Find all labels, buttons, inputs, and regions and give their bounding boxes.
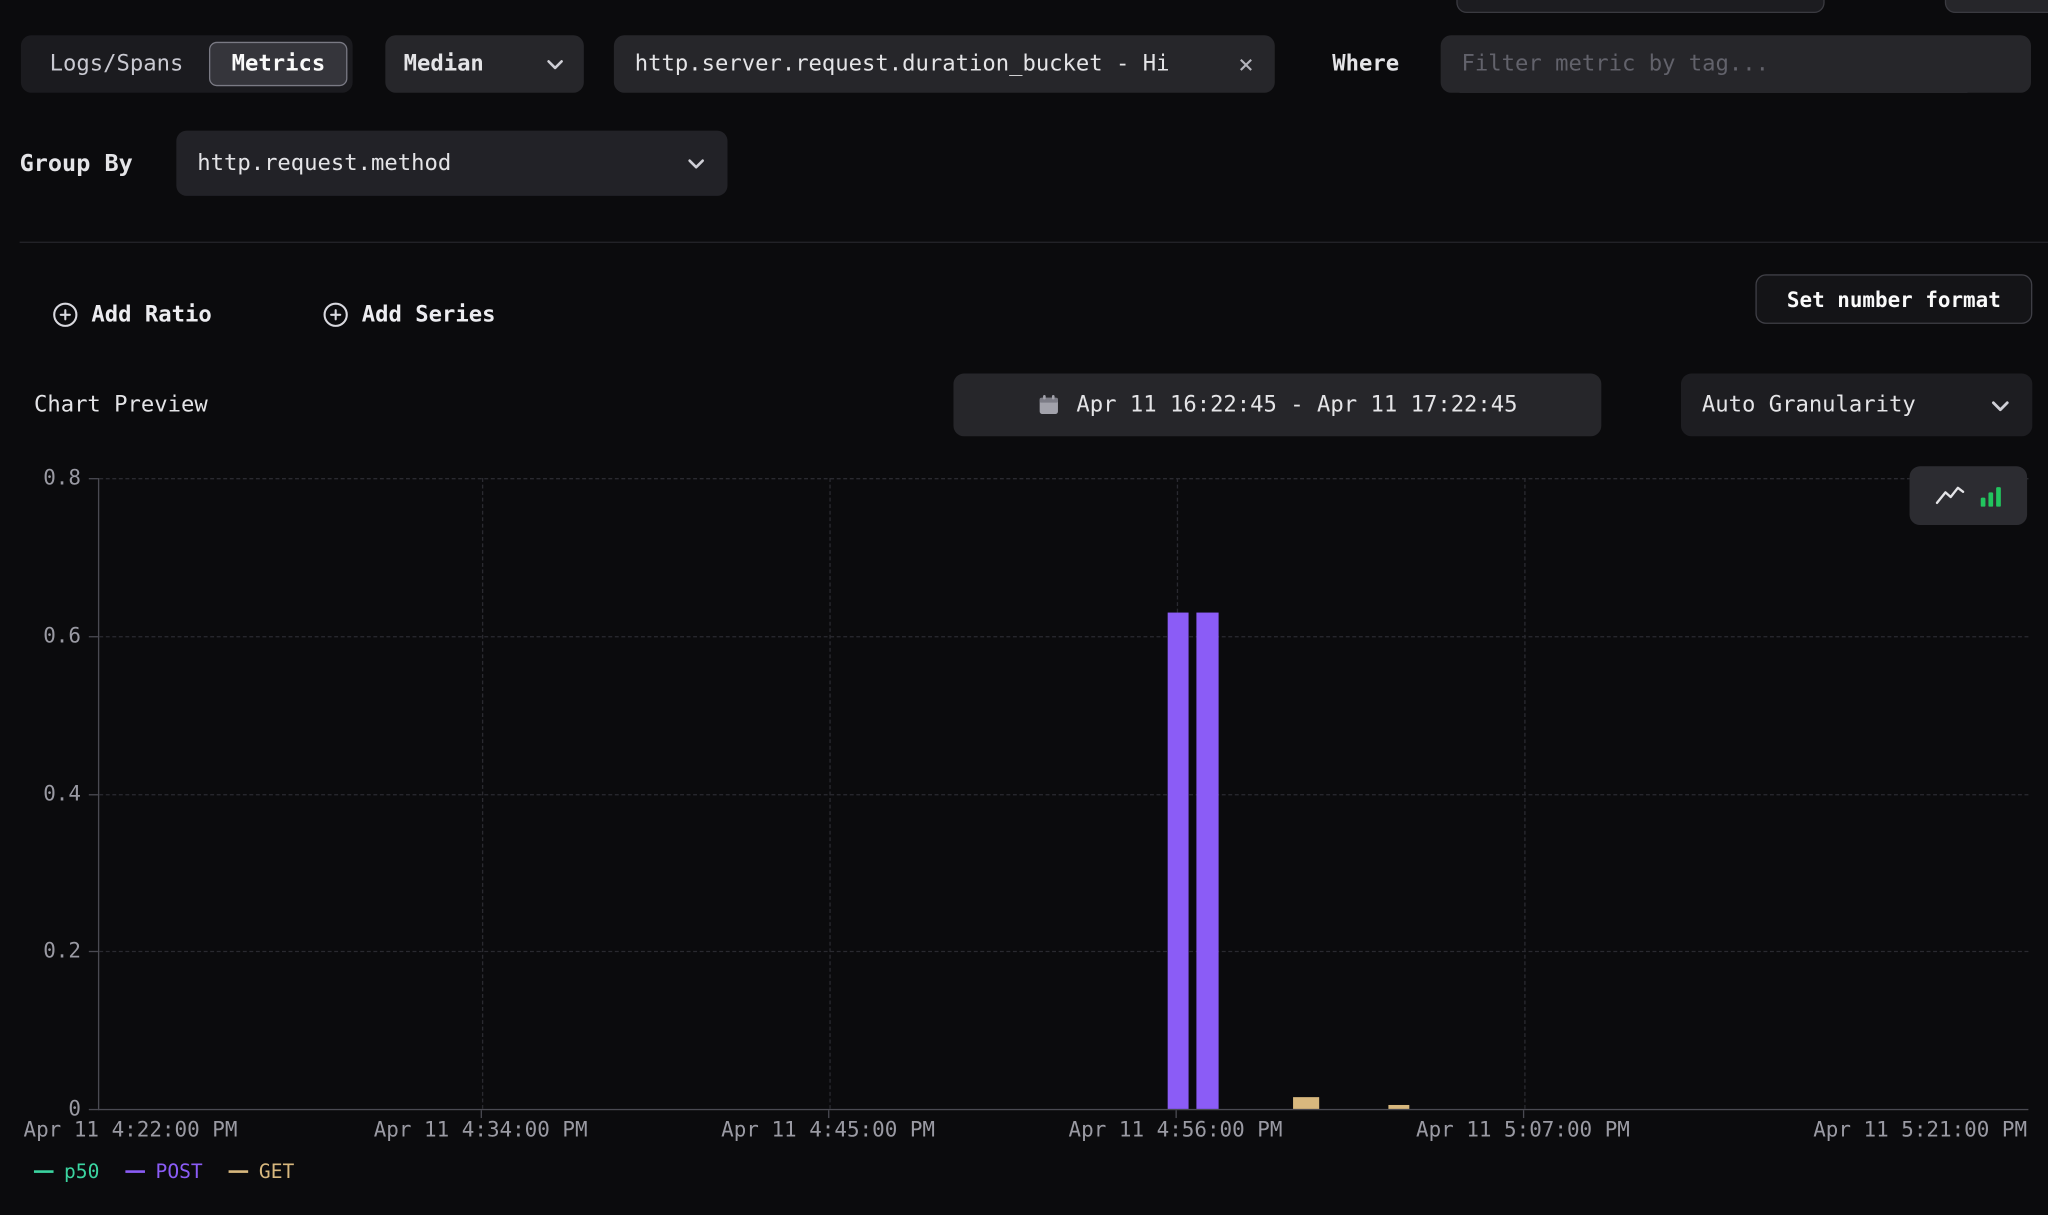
bar-POST [1196, 612, 1218, 1109]
metric-selector-pill[interactable]: http.server.request.duration_bucket - Hi… [614, 35, 1275, 92]
group-by-value: http.request.method [197, 150, 451, 176]
granularity-select[interactable]: Auto Granularity [1681, 374, 2032, 437]
circle-plus-icon [52, 302, 78, 328]
gridline-horizontal [99, 636, 2028, 637]
line-chart-icon [1935, 485, 1964, 507]
partial-topbar-input[interactable] [1456, 0, 1824, 13]
section-divider [20, 242, 2048, 243]
filter-tag-input[interactable] [1441, 35, 2031, 92]
time-range-value: Apr 11 16:22:45 - Apr 11 17:22:45 [1076, 392, 1517, 418]
line-chart-toggle-button[interactable] [1935, 485, 1964, 507]
query-builder-panel: Logs/Spans Metrics Median http.server.re… [0, 0, 2048, 1215]
chevron-down-icon [545, 54, 566, 75]
legend-item-GET[interactable]: GET [229, 1160, 294, 1184]
close-icon[interactable]: × [1238, 51, 1254, 77]
x-tick-mark [828, 1110, 829, 1118]
gridline-horizontal [99, 478, 2028, 479]
gridline-vertical [829, 478, 830, 1109]
plot-area[interactable] [98, 478, 2028, 1110]
x-tick-mark [481, 1110, 482, 1118]
group-by-label: Group By [20, 131, 133, 196]
granularity-value: Auto Granularity [1702, 392, 1916, 418]
gridline-vertical [1524, 478, 1525, 1109]
bar-chart-toggle-button[interactable] [1979, 485, 2001, 506]
where-label: Where [1332, 35, 1399, 92]
y-tick-mark [89, 951, 98, 952]
aggregation-select[interactable]: Median [385, 35, 584, 92]
y-tick-label: 0.4 [18, 780, 81, 806]
gridline-horizontal [99, 793, 2028, 794]
legend-label: GET [259, 1160, 294, 1184]
y-tick-mark [89, 1109, 98, 1110]
y-tick-mark [89, 636, 98, 637]
x-tick-label: Apr 11 4:34:00 PM [374, 1117, 588, 1142]
legend-dash [229, 1170, 249, 1173]
bar-chart-icon [1979, 485, 2001, 506]
legend-label: p50 [64, 1160, 99, 1184]
y-tick-label: 0.2 [18, 938, 81, 964]
y-tick-mark [89, 793, 98, 794]
x-tick-label: Apr 11 4:56:00 PM [1069, 1117, 1283, 1142]
metric-name: http.server.request.duration_bucket - Hi [635, 51, 1170, 77]
x-tick-label: Apr 11 5:07:00 PM [1416, 1117, 1630, 1142]
add-series-button[interactable]: Add Series [323, 298, 496, 332]
legend-item-POST[interactable]: POST [126, 1160, 203, 1184]
y-tick-label: 0.8 [18, 465, 81, 491]
legend-item-p50[interactable]: p50 [34, 1160, 99, 1184]
set-number-format-button[interactable]: Set number format [1755, 274, 2032, 324]
x-tick-label: Apr 11 5:21:00 PM [1813, 1117, 2027, 1142]
bar-GET [1388, 1105, 1409, 1109]
legend-dash [126, 1170, 146, 1173]
x-tick-label: Apr 11 4:45:00 PM [721, 1117, 935, 1142]
source-type-toggle: Logs/Spans Metrics [21, 35, 353, 92]
aggregation-value: Median [404, 51, 484, 77]
calendar-icon [1037, 393, 1061, 417]
legend-dash [34, 1170, 54, 1173]
add-ratio-button[interactable]: Add Ratio [52, 298, 212, 332]
legend-label: POST [156, 1160, 203, 1184]
time-range-picker[interactable]: Apr 11 16:22:45 - Apr 11 17:22:45 [953, 374, 1601, 437]
chevron-down-icon [686, 153, 707, 174]
x-tick-mark [1176, 1110, 1177, 1118]
chart-legend: p50 POST GET [34, 1160, 294, 1184]
circle-plus-icon [323, 302, 349, 328]
bar-POST [1168, 612, 1189, 1109]
chart-type-toggle [1910, 466, 2028, 525]
gridline-horizontal [99, 951, 2028, 952]
bar-GET [1293, 1097, 1319, 1109]
tab-metrics[interactable]: Metrics [209, 42, 347, 86]
gridline-vertical [482, 478, 483, 1109]
x-tick-mark [1523, 1110, 1524, 1118]
y-tick-label: 0.6 [18, 623, 81, 649]
chevron-down-icon [1989, 394, 2011, 416]
add-ratio-label: Add Ratio [91, 302, 211, 328]
partial-topbar-control[interactable] [1945, 0, 2048, 13]
x-tick-label: Apr 11 4:22:00 PM [24, 1117, 238, 1142]
y-tick-mark [89, 478, 98, 479]
chart-preview-title: Chart Preview [34, 374, 208, 437]
add-series-label: Add Series [362, 302, 496, 328]
tab-logs-spans[interactable]: Logs/Spans [26, 51, 207, 77]
group-by-select[interactable]: http.request.method [176, 131, 727, 196]
